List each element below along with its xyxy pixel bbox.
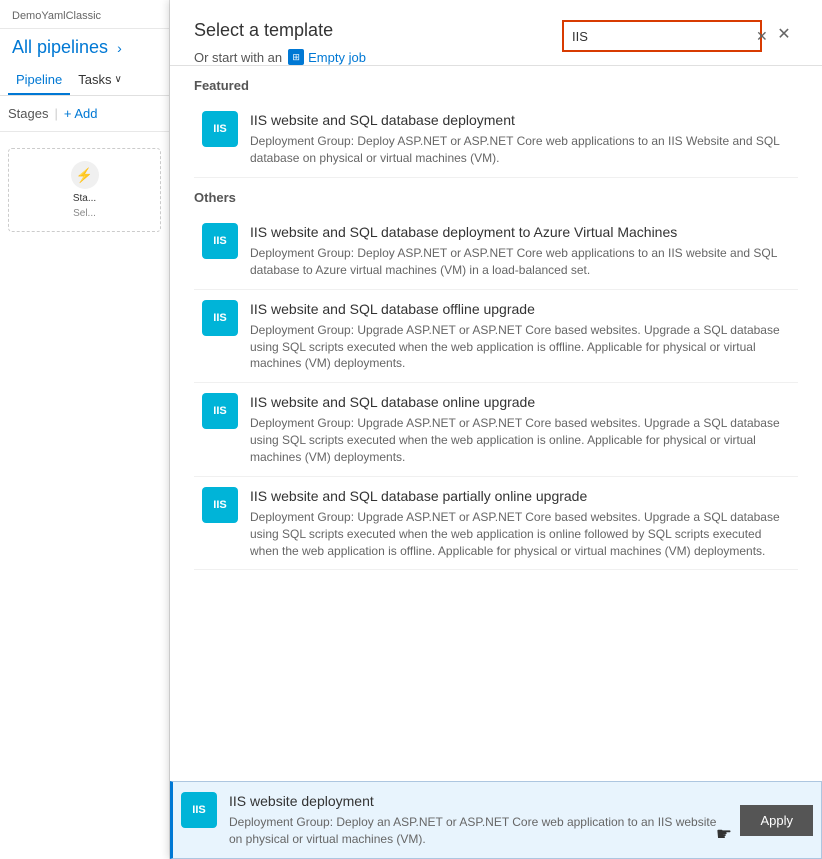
other-template-3[interactable]: IIS IIS website and SQL database partial… [194, 477, 798, 571]
template-desc-other-3: Deployment Group: Upgrade ASP.NET or ASP… [250, 509, 790, 559]
search-input[interactable] [564, 24, 756, 49]
modal-header: Select a template Or start with an ⊞ Emp… [170, 0, 822, 65]
tab-tasks[interactable]: Tasks ∨ [70, 66, 130, 95]
iis-badge-other-3: IIS [202, 487, 238, 523]
other-template-0[interactable]: IIS IIS website and SQL database deploym… [194, 213, 798, 290]
modal-body: Featured IIS IIS website and SQL databas… [170, 66, 822, 781]
empty-job-icon: ⊞ [288, 49, 304, 65]
stage-box[interactable]: ⚡ Sta... Sel... [8, 148, 161, 232]
template-modal: Select a template Or start with an ⊞ Emp… [170, 0, 822, 859]
other-template-2[interactable]: IIS IIS website and SQL database online … [194, 383, 798, 477]
template-content-featured-0: IIS website and SQL database deployment … [250, 111, 790, 167]
cursor-indicator: ☛ [716, 824, 732, 845]
search-clear-button[interactable]: ✕ [756, 22, 768, 50]
featured-header: Featured [194, 66, 798, 101]
template-desc-featured-0: Deployment Group: Deploy ASP.NET or ASP.… [250, 133, 790, 167]
sidebar: DemoYamlClassic All pipelines › Pipeline… [0, 0, 170, 859]
stage-name: Sta... [73, 193, 96, 204]
modal-title-area: Select a template Or start with an ⊞ Emp… [194, 20, 562, 65]
stages-bar: Stages | + Add [0, 96, 169, 132]
apply-button[interactable]: Apply [740, 805, 813, 836]
selected-template-content: IIS website deployment Deployment Group:… [229, 792, 728, 848]
template-name-other-1: IIS website and SQL database offline upg… [250, 300, 790, 318]
selected-template-name: IIS website deployment [229, 792, 728, 810]
template-desc-other-1: Deployment Group: Upgrade ASP.NET or ASP… [250, 322, 790, 372]
selected-template-row: IIS IIS website deployment Deployment Gr… [170, 781, 822, 859]
search-box[interactable]: ✕ [562, 20, 762, 52]
iis-badge-other-1: IIS [202, 300, 238, 336]
modal-subtitle: Or start with an ⊞ Empty job [194, 49, 562, 65]
others-header: Others [194, 178, 798, 213]
iis-badge-other-0: IIS [202, 223, 238, 259]
close-button[interactable]: ✕ [770, 20, 798, 48]
empty-job-link[interactable]: ⊞ Empty job [288, 49, 366, 65]
template-name-other-0: IIS website and SQL database deployment … [250, 223, 790, 241]
template-content-other-0: IIS website and SQL database deployment … [250, 223, 790, 279]
template-name-other-3: IIS website and SQL database partially o… [250, 487, 790, 505]
iis-badge-featured-0: IIS [202, 111, 238, 147]
template-desc-other-0: Deployment Group: Deploy ASP.NET or ASP.… [250, 245, 790, 279]
stage-sub: Sel... [73, 208, 96, 219]
featured-template-0[interactable]: IIS IIS website and SQL database deploym… [194, 101, 798, 178]
all-pipelines-title: All pipelines › [0, 29, 169, 62]
iis-badge-selected: IIS [181, 792, 217, 828]
template-content-other-3: IIS website and SQL database partially o… [250, 487, 790, 560]
template-name-other-2: IIS website and SQL database online upgr… [250, 393, 790, 411]
tab-pipeline[interactable]: Pipeline [8, 66, 70, 95]
other-template-1[interactable]: IIS IIS website and SQL database offline… [194, 290, 798, 384]
iis-badge-other-2: IIS [202, 393, 238, 429]
stage-icon: ⚡ [71, 161, 99, 189]
project-name: DemoYamlClassic [0, 0, 169, 29]
template-name-featured-0: IIS website and SQL database deployment [250, 111, 790, 129]
modal-title: Select a template [194, 20, 562, 41]
selected-template-desc: Deployment Group: Deploy an ASP.NET or A… [229, 814, 728, 848]
template-content-other-2: IIS website and SQL database online upgr… [250, 393, 790, 466]
template-content-other-1: IIS website and SQL database offline upg… [250, 300, 790, 373]
add-stage-button[interactable]: + Add [64, 106, 98, 121]
template-desc-other-2: Deployment Group: Upgrade ASP.NET or ASP… [250, 415, 790, 465]
sidebar-tabs: Pipeline Tasks ∨ [0, 66, 169, 96]
